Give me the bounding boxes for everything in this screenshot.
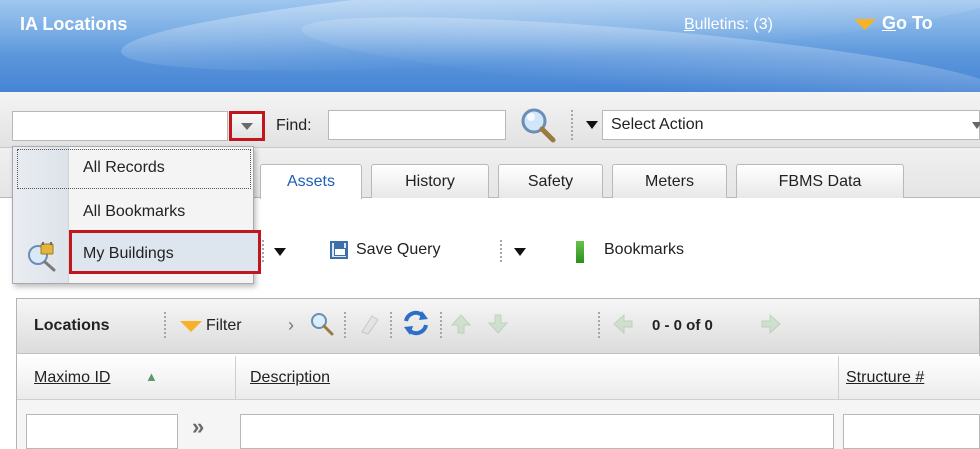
table-header-row bbox=[17, 356, 980, 400]
bulletins-accesskey: B bbox=[684, 16, 695, 33]
goto-menu[interactable]: Go To bbox=[854, 13, 933, 34]
arrow-left-icon bbox=[613, 313, 633, 335]
toolbar-divider bbox=[500, 240, 502, 262]
chevron-down-icon[interactable] bbox=[972, 122, 980, 129]
table-title: Locations bbox=[34, 317, 110, 334]
arrow-right-icon bbox=[761, 313, 781, 335]
tab-history[interactable]: History bbox=[371, 164, 489, 198]
menu-item-all-records[interactable]: All Records bbox=[83, 159, 165, 177]
query-input[interactable] bbox=[12, 111, 228, 141]
filter-input-description[interactable] bbox=[240, 414, 834, 449]
bulletins-label: ulletins: (3) bbox=[694, 16, 773, 33]
tab-meters[interactable]: Meters bbox=[612, 164, 727, 198]
filter-button[interactable]: Filter bbox=[206, 317, 242, 335]
search-icon[interactable] bbox=[310, 312, 334, 336]
bookmark-icon bbox=[576, 241, 584, 263]
chevron-down-icon[interactable] bbox=[514, 248, 526, 256]
saved-query-lock-icon bbox=[28, 242, 56, 272]
chevron-right-icon: › bbox=[288, 315, 294, 335]
search-icon[interactable] bbox=[519, 106, 557, 144]
sort-ascending-icon[interactable]: ▲ bbox=[145, 369, 158, 384]
bookmarks-button[interactable]: Bookmarks bbox=[604, 241, 684, 259]
goto-chevron-icon bbox=[854, 19, 876, 30]
tab-safety[interactable]: Safety bbox=[498, 164, 603, 198]
select-action-dropdown-icon[interactable] bbox=[586, 121, 598, 129]
save-query-button[interactable]: Save Query bbox=[356, 241, 440, 259]
toolbar-divider bbox=[440, 312, 442, 338]
chevron-down-icon[interactable] bbox=[274, 248, 286, 256]
save-query-icon[interactable] bbox=[330, 241, 348, 259]
arrow-down-icon bbox=[487, 314, 509, 334]
app-title: IA Locations bbox=[20, 14, 128, 34]
query-dropdown-button[interactable] bbox=[229, 111, 265, 141]
column-header-maximo-id[interactable]: Maximo ID bbox=[34, 369, 110, 387]
goto-accesskey: G bbox=[882, 13, 897, 33]
filter-input-structure[interactable] bbox=[843, 414, 980, 449]
tab-fbms-data[interactable]: FBMS Data bbox=[736, 164, 904, 198]
query-dropdown-menu: All Records All Bookmarks My Buildings bbox=[12, 146, 261, 284]
chevron-down-icon bbox=[241, 122, 253, 130]
menu-item-all-bookmarks[interactable]: All Bookmarks bbox=[83, 203, 185, 221]
toolbar-divider bbox=[262, 240, 264, 262]
filter-input-maximo-id[interactable] bbox=[26, 414, 178, 449]
toolbar-divider bbox=[598, 312, 600, 338]
toolbar-divider bbox=[344, 312, 346, 338]
toolbar-divider bbox=[390, 312, 392, 338]
pagination-text: 0 - 0 of 0 bbox=[652, 317, 713, 334]
bulletins-link[interactable]: Bulletins: (3) bbox=[684, 16, 773, 34]
column-header-structure[interactable]: Structure # bbox=[846, 369, 924, 387]
column-header-description[interactable]: Description bbox=[250, 369, 330, 387]
refresh-icon[interactable] bbox=[402, 309, 430, 337]
double-chevron-right-icon[interactable]: » bbox=[192, 414, 204, 440]
filter-icon[interactable] bbox=[180, 321, 202, 332]
tab-assets[interactable]: Assets bbox=[260, 164, 362, 199]
arrow-up-icon bbox=[450, 314, 472, 334]
app-header: IA Locations Bulletins: (3) Go To bbox=[0, 0, 980, 92]
toolbar-divider bbox=[164, 312, 166, 338]
find-input[interactable] bbox=[328, 110, 506, 140]
clear-filter-icon bbox=[361, 315, 379, 335]
find-label: Find: bbox=[276, 117, 312, 134]
toolbar-divider bbox=[571, 110, 573, 140]
select-action-field[interactable]: Select Action bbox=[602, 110, 980, 140]
menu-item-my-buildings[interactable]: My Buildings bbox=[83, 245, 174, 263]
goto-label: o To bbox=[896, 13, 933, 33]
